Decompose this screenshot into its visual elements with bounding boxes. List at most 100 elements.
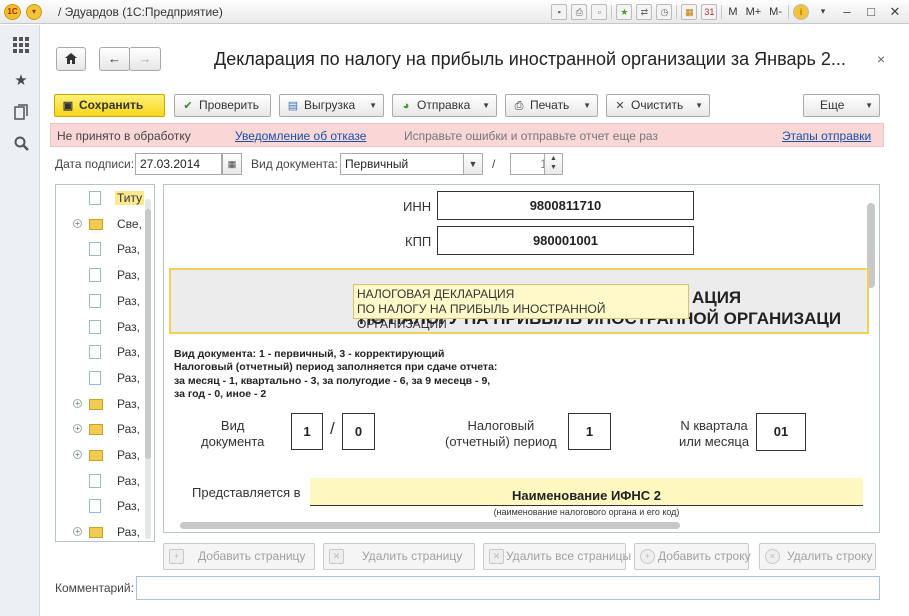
tree-item[interactable]: + Раз, [56, 393, 154, 415]
ifns-name: Наименование ИФНС 2 [511, 488, 662, 503]
inn-field[interactable]: 9800811710 [437, 191, 694, 220]
kpp-field[interactable]: 980001001 [437, 226, 694, 255]
memory-plus-button[interactable]: M+ [744, 6, 764, 18]
minimize-button[interactable]: – [837, 3, 857, 21]
main-menu-icon[interactable]: ▾ [26, 4, 42, 20]
doc-type-dropdown-button[interactable]: ▼ [463, 153, 483, 175]
doc-type-box-1[interactable]: 1 [291, 413, 323, 450]
tree-item-label: Титу [115, 191, 145, 205]
tree-item[interactable]: Раз, [56, 341, 154, 363]
tree-item[interactable]: Раз, [56, 264, 154, 286]
preview-icon[interactable]: ▫ [591, 4, 608, 20]
tree-item[interactable]: Раз, [56, 495, 154, 517]
doc-horizontal-scrollbar[interactable] [180, 522, 680, 529]
favorites-star-icon[interactable]: ★ [616, 4, 633, 20]
export-dropdown[interactable]: ▤ Выгрузка ▼ [279, 94, 384, 117]
close-window-button[interactable]: ✕ [885, 3, 905, 21]
tree-item-label: Раз, [117, 242, 140, 256]
comment-input[interactable] [136, 576, 880, 600]
link-icon[interactable]: ⇄ [636, 4, 653, 20]
add-page-button[interactable]: + Добавить страницу [163, 543, 315, 570]
memory-m-button[interactable]: M [726, 6, 739, 18]
doc-type-box-2[interactable]: 0 [342, 413, 375, 450]
page-title: Декларация по налогу на прибыль иностран… [214, 49, 846, 69]
period-field[interactable]: 1 [568, 413, 611, 450]
print-icon[interactable]: ⎙ [571, 4, 588, 20]
send-dropdown[interactable]: ◕ Отправка ▼ [392, 94, 497, 117]
calculator-icon[interactable]: ▦ [681, 4, 698, 20]
clear-dropdown[interactable]: ✕ Очистить ▼ [606, 94, 710, 117]
expand-icon[interactable]: + [73, 450, 82, 459]
check-button[interactable]: ✔ Проверить [174, 94, 271, 117]
tree-item[interactable]: + Раз, [56, 444, 154, 466]
tree-item-label: Раз, [117, 474, 140, 488]
close-form-button[interactable]: × [877, 51, 885, 67]
inn-label: ИНН [403, 199, 432, 214]
ifns-caption: (наименование налогового органа и его ко… [493, 507, 680, 517]
tree-item-label: Раз, [117, 268, 140, 282]
correction-spinner[interactable]: ▲ ▼ [544, 153, 563, 175]
save-button[interactable]: ▣ Сохранить [54, 94, 165, 117]
tree-item[interactable]: + Раз, [56, 418, 154, 440]
expand-icon[interactable]: + [73, 424, 82, 433]
tree-item[interactable]: Титу [56, 187, 154, 209]
info-line-4: за год - 0, иное - 2 [174, 388, 267, 400]
quarter-field[interactable]: 01 [756, 413, 806, 451]
main-form: ← → Декларация по налогу на прибыль инос… [41, 25, 909, 616]
delete-row-button[interactable]: × Удалить строку [759, 543, 876, 570]
rejection-notice-link[interactable]: Уведомление об отказе [235, 129, 366, 143]
tree-scrollbar-thumb[interactable] [145, 209, 151, 459]
send-icon: ◕ [402, 100, 410, 112]
more-dropdown[interactable]: Еще ▼ [803, 94, 880, 117]
star-icon[interactable]: ★ [10, 70, 32, 92]
separator [611, 5, 613, 19]
tree-item-label: Раз, [117, 397, 140, 411]
home-button[interactable] [56, 47, 86, 71]
expand-icon[interactable]: + [73, 219, 82, 228]
tree-item[interactable]: Раз, [56, 470, 154, 492]
add-page-icon: + [169, 549, 184, 564]
date-label: Дата подписи: [55, 157, 135, 171]
tree-item[interactable]: + Све, [56, 213, 154, 235]
memory-minus-button[interactable]: M- [767, 6, 784, 18]
doc-type-select[interactable]: Первичный [340, 153, 464, 175]
separator [721, 5, 723, 19]
print-dropdown[interactable]: ⎙ Печать ▼ [505, 94, 598, 117]
document-icon [89, 499, 101, 513]
doc-type-label: Вид документа: [251, 157, 338, 171]
tree-item[interactable]: Раз, [56, 316, 154, 338]
tree-item[interactable]: Раз, [56, 290, 154, 312]
calendar-icon[interactable]: 31 [701, 4, 718, 20]
tree-item[interactable]: Раз, [56, 238, 154, 260]
delete-page-icon: ✕ [329, 549, 344, 564]
chevron-down-icon: ▼ [695, 101, 703, 110]
maximize-button[interactable]: □ [861, 3, 881, 21]
delete-all-pages-button[interactable]: ✕ Удалить все страницы [483, 543, 631, 570]
back-button[interactable]: ← [99, 47, 130, 71]
send-stages-link[interactable]: Этапы отправки [782, 129, 871, 143]
add-row-icon: + [640, 549, 655, 564]
apps-grid-icon[interactable] [10, 37, 32, 59]
arrow-right-icon: → [138, 51, 152, 66]
calendar-button[interactable]: ▦ [222, 153, 242, 175]
delete-page-button[interactable]: ✕ Удалить страницу [323, 543, 475, 570]
history-icon[interactable] [10, 104, 32, 126]
1c-logo-icon[interactable]: 1С [4, 4, 21, 20]
save-icon[interactable]: ▪ [551, 4, 568, 20]
expand-icon[interactable]: + [73, 527, 82, 536]
expand-icon[interactable]: + [73, 399, 82, 408]
tree-item-label: Раз, [117, 499, 140, 513]
info-icon[interactable]: i [793, 4, 809, 20]
forward-button[interactable]: → [129, 47, 161, 71]
folder-icon [89, 399, 103, 410]
window-title: / Эдуардов (1С:Предприятие) [58, 5, 223, 19]
tree-item[interactable]: Раз, [56, 367, 154, 389]
tree-item[interactable]: + Раз, [56, 521, 154, 541]
add-row-button[interactable]: + Добавить строку [634, 543, 751, 570]
search-icon[interactable] [10, 136, 32, 158]
info-menu-chevron-icon[interactable]: ▾ [813, 3, 833, 21]
document-icon [89, 242, 101, 256]
document-icon [89, 191, 101, 205]
history-icon[interactable]: ◷ [656, 4, 673, 20]
date-field[interactable]: 27.03.2014 [135, 153, 222, 175]
